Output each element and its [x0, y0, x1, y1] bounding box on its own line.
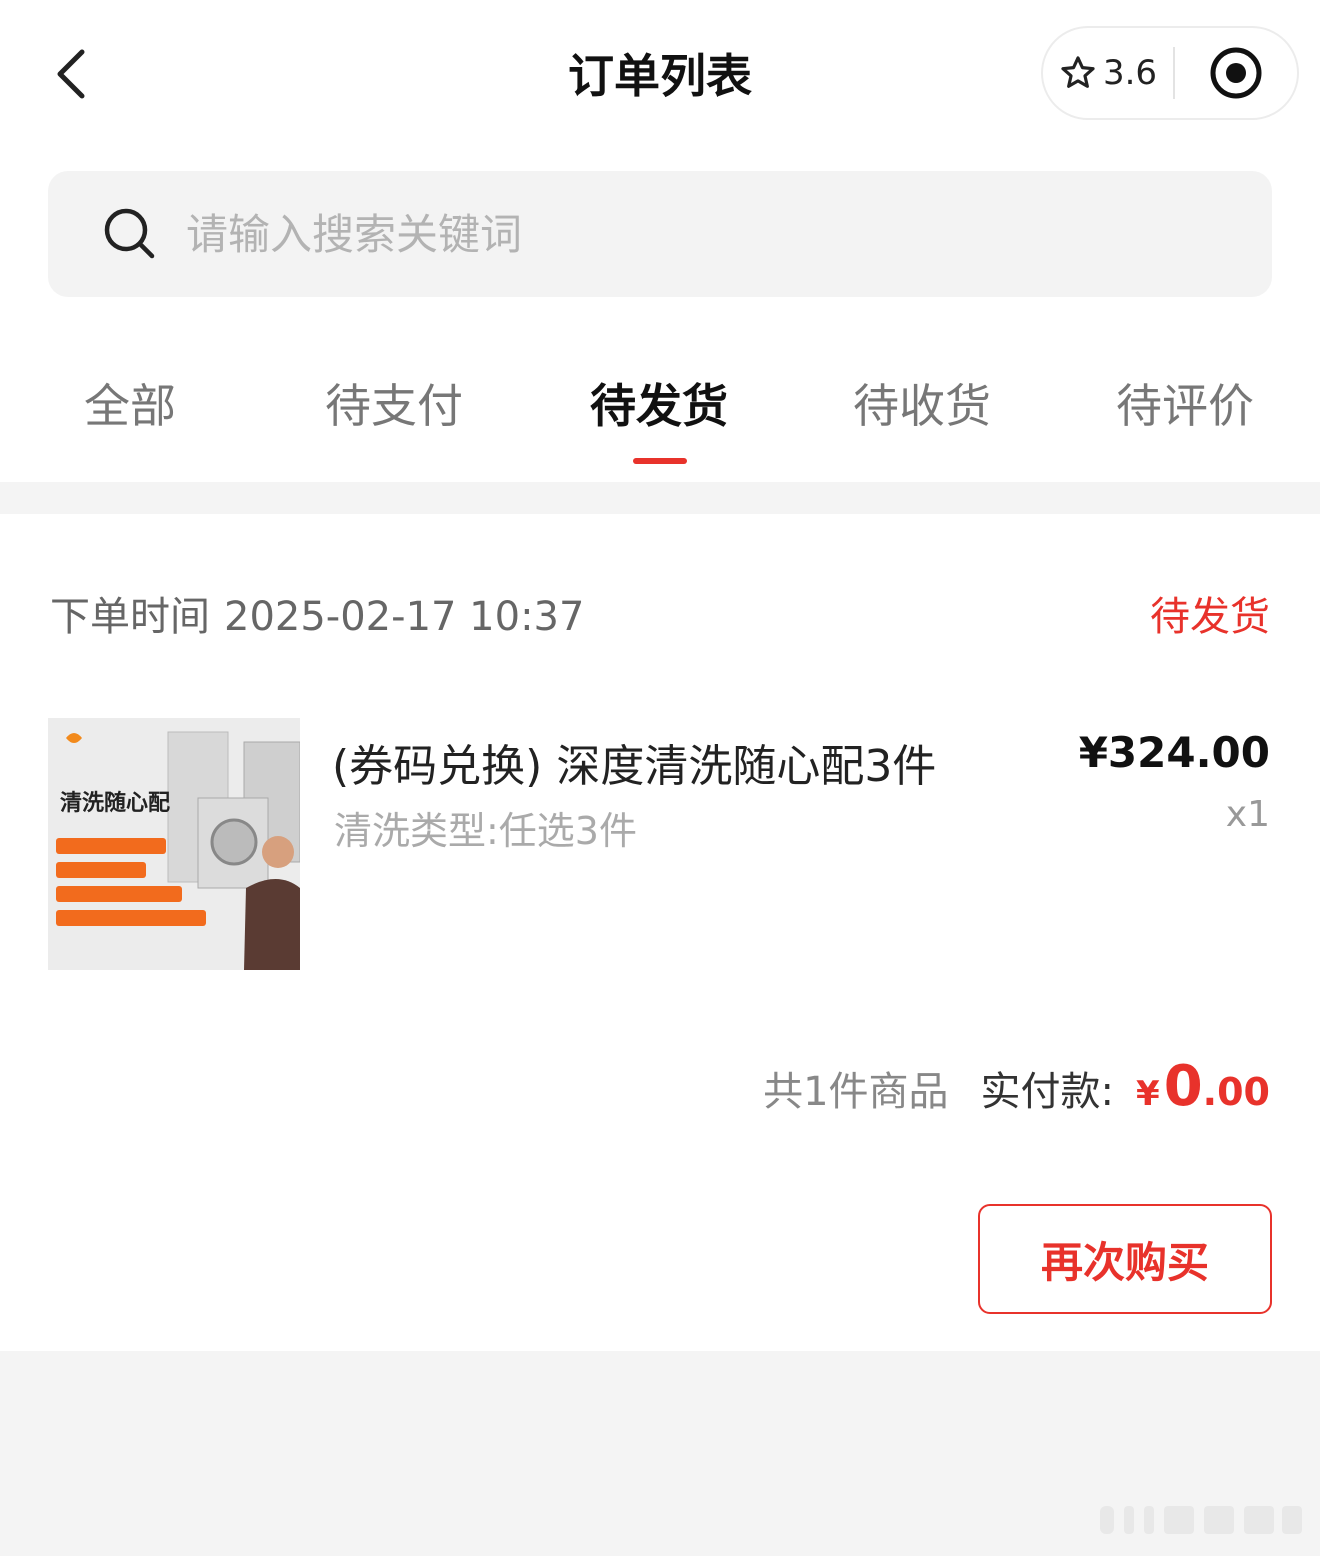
item-count: 共1件商品 [763, 1069, 949, 1115]
back-button[interactable] [40, 38, 100, 110]
nav-bar: 订单列表 3.6 [0, 0, 1320, 150]
search-section [0, 150, 1320, 330]
product-quantity: x1 [1225, 794, 1270, 835]
search-bar[interactable] [48, 171, 1272, 297]
tab-pending-shipment[interactable]: 待发货 [590, 370, 728, 450]
rating-value: 3.6 [1102, 53, 1158, 93]
watermark-decoration [1100, 1506, 1302, 1534]
search-input[interactable] [186, 209, 1086, 259]
order-card[interactable]: 下单时间 2025-02-17 10:37 待发货 清洗随心配 (券码兑换) 深度… [0, 514, 1320, 1351]
paid-label: 实付款: [980, 1069, 1115, 1115]
currency-symbol: ¥ [1136, 1074, 1160, 1114]
paid-amount-integer: 0 [1163, 1054, 1203, 1119]
close-mini-program-button[interactable] [1175, 28, 1297, 118]
order-time: 下单时间 2025-02-17 10:37 [50, 584, 584, 642]
order-status: 待发货 [1150, 594, 1270, 640]
thumbnail-title: 清洗随心配 [60, 790, 170, 815]
buy-again-button[interactable]: 再次购买 [978, 1204, 1272, 1314]
rating-button[interactable]: 3.6 [1043, 28, 1173, 118]
order-time-label: 下单时间 [50, 594, 210, 640]
mini-program-capsule: 3.6 [1041, 26, 1299, 120]
product-name[interactable]: (券码兑换) 深度清洗随心配3件 [332, 730, 936, 794]
tab-pending-receipt[interactable]: 待收货 [853, 370, 991, 450]
search-icon [100, 204, 160, 264]
tab-pending-review[interactable]: 待评价 [1116, 370, 1254, 450]
chevron-left-icon [57, 49, 85, 99]
order-time-value: 2025-02-17 10:37 [224, 594, 585, 640]
product-price: ¥324.00 [1078, 728, 1270, 777]
tab-pending-payment[interactable]: 待支付 [325, 370, 463, 450]
target-icon [1210, 47, 1262, 99]
tab-all[interactable]: 全部 [84, 370, 176, 450]
product-spec: 清洗类型:任选3件 [334, 809, 637, 853]
star-icon [1061, 56, 1095, 88]
product-thumbnail[interactable]: 清洗随心配 [48, 718, 300, 970]
order-tabs: 全部 待支付 待发货 待收货 待评价 [0, 330, 1320, 482]
active-tab-indicator [633, 458, 687, 464]
paid-amount-decimal: .00 [1202, 1070, 1270, 1114]
order-summary: 共1件商品 实付款: ¥ 0 .00 [763, 1054, 1270, 1119]
